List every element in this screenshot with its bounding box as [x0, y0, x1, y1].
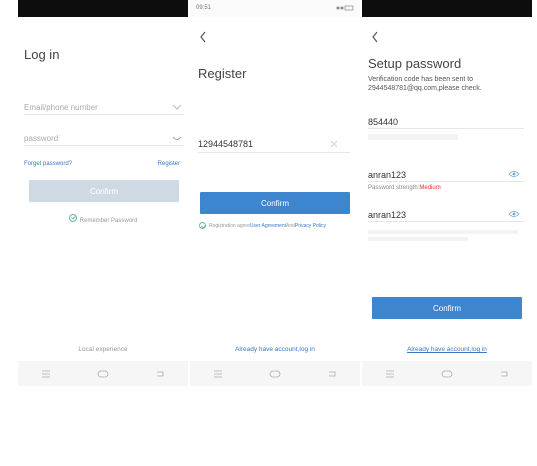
- login-link[interactable]: Already have account,log in: [190, 346, 360, 353]
- verification-info: Verification code has been sent to 29445…: [368, 75, 482, 93]
- confirm-button[interactable]: Confirm: [372, 297, 522, 319]
- eye-closed-icon[interactable]: [172, 129, 182, 147]
- system-nav-bar: [190, 361, 360, 386]
- chevron-down-icon[interactable]: [172, 97, 182, 115]
- phone-value: 12944548781: [198, 139, 254, 149]
- home-icon[interactable]: [440, 367, 454, 381]
- menu-icon[interactable]: [211, 367, 225, 381]
- status-bar: [18, 0, 188, 17]
- login-link[interactable]: Already have account,log in: [362, 346, 532, 353]
- privacy-policy-link[interactable]: Privacy Policy: [295, 223, 326, 229]
- eye-icon[interactable]: [508, 165, 520, 183]
- user-agreement-link[interactable]: User Agreement: [250, 223, 286, 229]
- back-icon[interactable]: [153, 367, 167, 381]
- check-circle-icon: [68, 213, 77, 222]
- password-field[interactable]: password: [24, 128, 184, 146]
- setup-password-screen: Setup password Verification code has bee…: [362, 0, 532, 386]
- status-bar: [362, 0, 532, 17]
- forgot-password-link[interactable]: Forget password?: [24, 161, 72, 167]
- agreement-row: Registration agreeUser AgreementAndPriva…: [199, 222, 326, 229]
- password-placeholder: password: [24, 134, 59, 143]
- menu-icon[interactable]: [383, 367, 397, 381]
- page-title: Setup password: [368, 56, 462, 71]
- email-field[interactable]: Email/phone number: [24, 97, 184, 115]
- code-hint-blurred: [368, 134, 458, 140]
- confirm-password-input[interactable]: anran123: [368, 205, 524, 222]
- password-input[interactable]: anran123: [368, 165, 524, 182]
- verification-code-input[interactable]: 854440: [368, 112, 524, 129]
- back-arrow-icon[interactable]: [199, 30, 207, 48]
- status-time: 09:51: [196, 5, 212, 11]
- login-screen: Log in Email/phone number password Forge…: [18, 0, 188, 386]
- back-arrow-icon[interactable]: [371, 30, 379, 48]
- home-icon[interactable]: [268, 367, 282, 381]
- verification-info-line2: 2944548781@qq.com,please check.: [368, 85, 482, 92]
- email-placeholder: Email/phone number: [24, 103, 98, 112]
- agree-check-icon[interactable]: [199, 222, 206, 229]
- password-strength: Password strength:Medium: [368, 185, 441, 191]
- back-icon[interactable]: [325, 367, 339, 381]
- password-strength-value: Medium: [419, 185, 441, 191]
- clear-icon[interactable]: [330, 135, 338, 153]
- home-icon[interactable]: [96, 367, 110, 381]
- agreement-and: And: [286, 222, 295, 229]
- back-icon[interactable]: [497, 367, 511, 381]
- confirm-button-label: Confirm: [432, 303, 461, 313]
- status-bar: 09:51: [190, 0, 360, 17]
- confirm-button[interactable]: Confirm: [200, 192, 350, 214]
- remember-password-label: Remember Password: [79, 218, 138, 224]
- eye-icon[interactable]: [508, 205, 520, 223]
- system-nav-bar: [18, 361, 188, 386]
- password-value: anran123: [368, 170, 407, 180]
- system-nav-bar: [362, 361, 532, 386]
- confirm-button[interactable]: Confirm: [29, 180, 179, 202]
- agreement-text: Registration agree: [209, 222, 250, 229]
- verification-info-line1: Verification code has been sent to: [368, 76, 474, 83]
- remember-password-toggle[interactable]: Remember Password: [18, 209, 188, 227]
- verification-code-value: 854440: [368, 117, 399, 127]
- menu-icon[interactable]: [39, 367, 53, 381]
- confirm-button-label: Confirm: [89, 186, 118, 196]
- register-link[interactable]: Register: [158, 161, 180, 167]
- confirm-button-label: Confirm: [260, 198, 289, 208]
- password-rules-blurred: [368, 230, 518, 241]
- password-strength-label: Password strength:: [368, 185, 420, 191]
- battery-icon: [336, 5, 354, 13]
- register-screen: 09:51 Register 12944548781 Confirm Regis…: [190, 0, 360, 386]
- local-experience-link[interactable]: Local experience: [18, 346, 188, 353]
- confirm-password-value: anran123: [368, 210, 407, 220]
- phone-input[interactable]: 12944548781: [198, 134, 350, 153]
- page-title: Log in: [24, 47, 60, 62]
- page-title: Register: [198, 66, 247, 81]
